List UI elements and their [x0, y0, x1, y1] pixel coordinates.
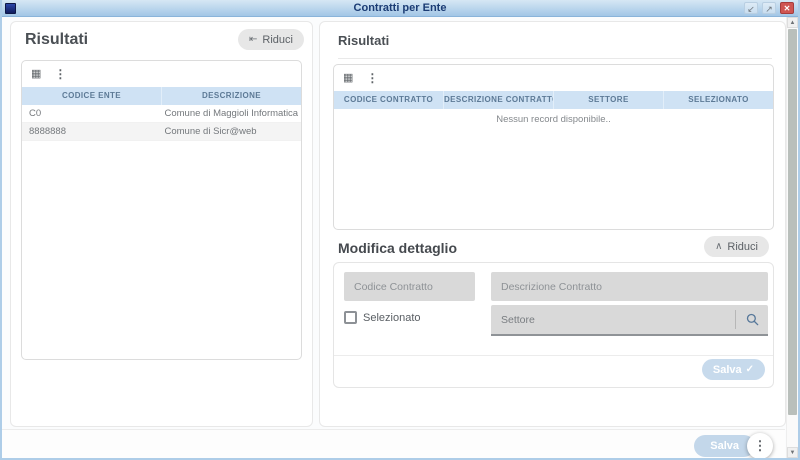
left-panel: Risultati ⇤ Riduci ▦ ⋮ CODICE ENTE DESCR…	[10, 21, 313, 427]
descrizione-contratto-input[interactable]	[491, 272, 768, 301]
footer-save-label: Salva	[710, 440, 739, 452]
cell-codice: C0	[22, 105, 162, 122]
footer-bar: Salva ⋮	[2, 429, 785, 458]
titlebar[interactable]: Contratti per Ente ↙ ↗ ✕	[0, 0, 800, 17]
kebab-icon: ⋮	[754, 438, 767, 453]
collapse-left-icon: ⇤	[249, 34, 257, 45]
window-title: Contratti per Ente	[0, 0, 800, 17]
column-header-codice-contratto[interactable]: CODICE CONTRATTO	[334, 91, 443, 109]
table-header-row: CODICE ENTE DESCRIZIONE	[22, 87, 301, 105]
table-row[interactable]: C0 Comune di Maggioli Informatica	[22, 105, 301, 123]
table-row[interactable]: 8888888 Comune di Sicr@web	[22, 123, 301, 141]
right-panel-title: Risultati	[338, 33, 389, 48]
cell-codice: 8888888	[22, 123, 162, 140]
detail-collapse-button[interactable]: ∧ Riduci	[704, 236, 769, 257]
check-icon: ✓	[746, 364, 754, 375]
table-toolbar: ▦ ⋮	[22, 61, 301, 87]
column-header-selezionato[interactable]: SELEZIONATO	[663, 91, 773, 109]
detail-collapse-label: Riduci	[727, 241, 758, 253]
detail-save-label: Salva	[713, 364, 742, 376]
left-panel-title: Risultati	[25, 31, 88, 49]
footer-menu-button[interactable]: ⋮	[747, 433, 773, 459]
column-header-descrizione[interactable]: DESCRIZIONE	[161, 87, 301, 105]
table-toolbar: ▦ ⋮	[334, 65, 773, 91]
columns-grid-icon[interactable]: ▦	[31, 69, 41, 80]
close-icon[interactable]: ✕	[780, 2, 794, 14]
left-collapse-label: Riduci	[262, 34, 293, 46]
scrollbar-thumb[interactable]	[788, 29, 797, 415]
vertical-scrollbar[interactable]: ▲ ▼	[786, 17, 798, 458]
table-menu-icon[interactable]: ⋮	[54, 68, 66, 80]
columns-grid-icon[interactable]: ▦	[343, 73, 353, 84]
divider	[338, 58, 772, 59]
left-collapse-button[interactable]: ⇤ Riduci	[238, 29, 304, 50]
checkbox-box	[344, 311, 357, 324]
detail-form: Selezionato Salva ✓	[333, 262, 774, 388]
cell-descrizione: Comune di Maggioli Informatica	[162, 105, 302, 122]
contratti-table: ▦ ⋮ CODICE CONTRATTO DESCRIZIONE CONTRAT…	[333, 64, 774, 230]
window: Contratti per Ente ↙ ↗ ✕ Risultati ⇤ Rid…	[0, 0, 800, 460]
restore-icon[interactable]: ↙	[744, 2, 758, 14]
detail-save-button[interactable]: Salva ✓	[702, 359, 765, 380]
settore-input[interactable]	[491, 305, 735, 334]
maximize-icon[interactable]: ↗	[762, 2, 776, 14]
column-header-codice-ente[interactable]: CODICE ENTE	[22, 87, 161, 105]
selezionato-checkbox[interactable]: Selezionato	[344, 311, 421, 324]
settore-field	[491, 305, 768, 336]
column-header-settore[interactable]: SETTORE	[553, 91, 663, 109]
codice-contratto-input[interactable]	[344, 272, 475, 301]
footer-save-button[interactable]: Salva	[694, 435, 755, 457]
right-panel: Risultati ▦ ⋮ CODICE CONTRATTO DESCRIZIO…	[319, 21, 786, 427]
empty-records-message: Nessun record disponibile..	[334, 114, 773, 125]
cell-descrizione: Comune di Sicr@web	[162, 123, 302, 140]
search-icon[interactable]	[736, 313, 768, 326]
chevron-up-icon: ∧	[715, 241, 722, 252]
detail-section-title: Modifica dettaglio	[338, 240, 457, 256]
window-controls: ↙ ↗ ✕	[744, 2, 794, 14]
column-header-descrizione-contratto[interactable]: DESCRIZIONE CONTRATTO	[443, 91, 553, 109]
divider	[334, 355, 773, 356]
scroll-down-icon[interactable]: ▼	[787, 447, 798, 458]
selezionato-label: Selezionato	[363, 312, 421, 324]
scroll-up-icon[interactable]: ▲	[787, 17, 798, 28]
enti-table: ▦ ⋮ CODICE ENTE DESCRIZIONE C0 Comune di…	[21, 60, 302, 360]
table-header-row: CODICE CONTRATTO DESCRIZIONE CONTRATTO S…	[334, 91, 773, 109]
table-menu-icon[interactable]: ⋮	[366, 72, 378, 84]
